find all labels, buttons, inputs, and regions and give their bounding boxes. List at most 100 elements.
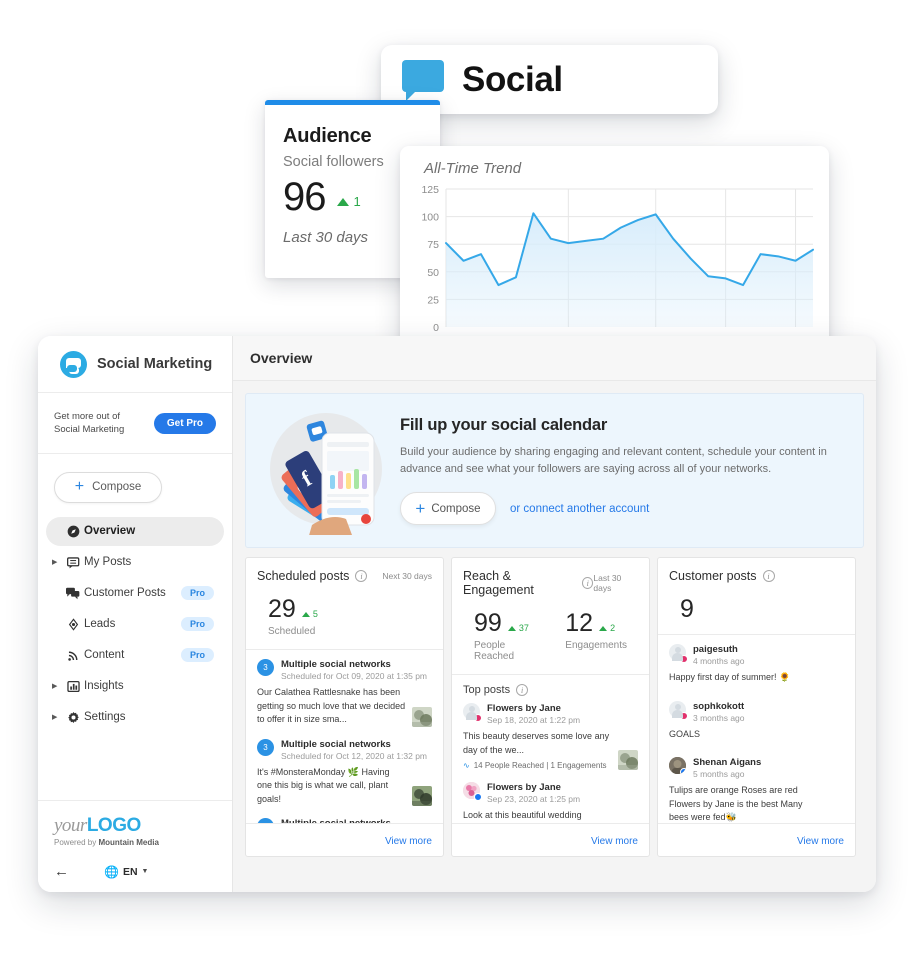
list-item[interactable]: 3 Multiple social networksScheduled for O… <box>257 818 432 823</box>
view-more-link[interactable]: View more <box>797 836 844 847</box>
list-item-header: Flowers by Jane Sep 18, 2020 at 1:22 pm <box>463 703 638 725</box>
powered-prefix: Powered by <box>54 838 99 847</box>
stat-block: 99 37 People Reached <box>474 611 539 663</box>
connect-account-link[interactable]: or connect another account <box>510 503 649 515</box>
compose-button[interactable]: + Compose <box>54 471 162 503</box>
dashboard-panels-row: Scheduled posts i Next 30 days 29 5 Scheduled… <box>245 557 864 857</box>
instagram-badge-icon <box>474 714 482 722</box>
chevron-right-icon[interactable]: ▶ <box>52 683 62 690</box>
post-text: GOALS <box>669 728 701 739</box>
screenshot-root: Social Audience Social followers 96 1 La… <box>0 0 918 957</box>
chart-title: All-Time Trend <box>424 160 522 177</box>
plant-photo-thumbnail <box>412 706 432 727</box>
chevron-right-icon[interactable]: ▶ <box>52 559 62 566</box>
post-author: Multiple social networks <box>281 659 391 670</box>
back-arrow-icon[interactable]: ← <box>54 863 104 880</box>
audience-value: 96 <box>283 175 326 219</box>
panel-date-range: Next 30 days <box>382 571 432 581</box>
panel-body: paigesuth 4 months ago Happy first day of … <box>658 635 855 823</box>
list-item-header: Shenan Aigans 5 months ago <box>669 757 844 779</box>
partner-logo-main: LOGO <box>86 815 141 836</box>
list-item-meta-col: Shenan Aigans 5 months ago <box>693 757 761 779</box>
sidebar-item-overview[interactable]: Overview <box>46 516 224 546</box>
panel-reach-engagement: Reach & Engagement i Last 30 days 99 37 Peopl… <box>451 557 650 857</box>
sidebar-item-insights[interactable]: ▶ Insights <box>46 672 224 701</box>
list-item[interactable]: 3 Multiple social networksScheduled for O… <box>257 659 432 727</box>
globe-icon: 🌐 <box>104 864 119 879</box>
post-timestamp: 4 months ago <box>693 656 745 666</box>
content-header: Overview <box>233 336 876 381</box>
list-item-header: paigesuth 4 months ago <box>669 644 844 666</box>
list-item-content: Flowers by Jane Sep 23, 2020 at 1:25 pm Lo… <box>463 782 638 823</box>
list-item[interactable]: sophkokott 3 months ago GOALS <box>669 700 844 742</box>
panel-stats-row: 99 37 People Reached 12 2 Engagements <box>463 597 638 663</box>
pro-badge: Pro <box>180 586 214 601</box>
post-text: Our Calathea Rattlesnake has been gettin… <box>257 687 406 724</box>
sidebar-item-settings[interactable]: ▶ Settings <box>46 703 224 732</box>
multi-network-avatar: 3 <box>257 818 274 823</box>
list-item-header: Flowers by Jane Sep 23, 2020 at 1:25 pm <box>463 782 638 804</box>
social-marketing-app-window: Social Marketing Get more out of Social … <box>38 336 876 892</box>
chevron-right-icon[interactable]: ▶ <box>52 714 62 721</box>
stat-line: 12 2 <box>565 611 627 636</box>
get-pro-button[interactable]: Get Pro <box>153 413 216 435</box>
user-avatar <box>669 700 688 720</box>
chart-area: 0255075100125Jun 1Jun 15Jul 1Jul 15Aug 1 <box>412 183 815 351</box>
banner-compose-button[interactable]: + Compose <box>400 492 496 526</box>
audience-delta: 1 <box>336 194 361 218</box>
content-scroll: in f <box>233 381 876 892</box>
partner-logo: yourLOGO <box>54 815 216 837</box>
facebook-badge-icon <box>474 793 482 801</box>
post-text: Tulips are orange Roses are red Flowers … <box>669 785 803 822</box>
sidebar-item-my-posts[interactable]: ▶ My Posts <box>46 548 224 577</box>
stat-delta: 37 <box>507 623 529 636</box>
panel-title: Reach & Engagement <box>463 569 534 597</box>
post-timestamp: Scheduled for Oct 12, 2020 at 1:32 pm <box>281 750 428 761</box>
audience-delta-value: 1 <box>353 194 361 209</box>
view-more-link[interactable]: View more <box>591 836 638 847</box>
list-item[interactable]: Shenan Aigans 5 months ago Tulips are oran… <box>669 757 844 823</box>
stat-line: 29 5 <box>268 597 318 622</box>
gear-icon <box>62 711 84 724</box>
info-icon[interactable]: i <box>355 570 368 582</box>
sidebar-item-label: Content <box>84 649 125 662</box>
list-item-content: paigesuth 4 months ago Happy first day of … <box>669 644 844 685</box>
list-item[interactable]: 3 Multiple social networksScheduled for O… <box>257 738 432 807</box>
banner-heading: Fill up your social calendar <box>400 415 608 434</box>
list-item-header: 3 Multiple social networksScheduled for O… <box>257 738 432 761</box>
section-label-text: Top posts <box>463 684 511 696</box>
plus-icon: + <box>74 478 85 496</box>
chevron-down-icon: ▼ <box>141 868 149 875</box>
info-icon[interactable]: i <box>516 684 529 696</box>
compass-icon <box>62 525 84 538</box>
multi-network-avatar: 3 <box>257 659 274 676</box>
post-timestamp: Sep 23, 2020 at 1:25 pm <box>487 794 581 804</box>
sidebar-item-label: Customer Posts <box>84 587 166 600</box>
info-icon[interactable]: i <box>762 570 775 582</box>
sidebar-item-leads[interactable]: Leads Pro <box>46 610 224 639</box>
stat-value: 29 <box>268 595 296 623</box>
panel-customer-posts: Customer posts i 9 paigesuth 4 months ago Hap… <box>657 557 856 857</box>
customer-posts-icon <box>62 587 84 600</box>
plus-icon: + <box>415 499 426 519</box>
language-selector[interactable]: 🌐 EN ▼ <box>104 865 148 879</box>
sidebar-bottom-row: ← 🌐 EN ▼ <box>54 863 216 880</box>
post-metrics-text: 14 People Reached | 1 Engagements <box>473 761 607 770</box>
list-item[interactable]: paigesuth 4 months ago Happy first day of … <box>669 644 844 685</box>
svg-text:25: 25 <box>427 294 439 306</box>
stat-caption: People Reached <box>474 640 515 662</box>
info-icon[interactable]: i <box>582 577 594 589</box>
svg-text:50: 50 <box>427 267 439 279</box>
list-item[interactable]: Flowers by Jane Sep 23, 2020 at 1:25 pm Lo… <box>463 782 638 823</box>
user-avatar <box>669 644 688 663</box>
compose-button-label: Compose <box>92 481 142 494</box>
facebook-badge-icon <box>680 768 686 774</box>
speech-bubble-icon <box>402 59 444 101</box>
sidebar-item-content[interactable]: Content Pro <box>46 641 224 670</box>
list-item-content: 3 Multiple social networksScheduled for O… <box>257 738 432 807</box>
sidebar-item-customer-posts[interactable]: Customer Posts Pro <box>46 579 224 608</box>
view-more-link[interactable]: View more <box>385 836 432 847</box>
panel-header: Scheduled posts i Next 30 days 29 5 Scheduled <box>246 558 443 637</box>
list-item-content: 3 Multiple social networksScheduled for O… <box>257 818 432 823</box>
list-item[interactable]: Flowers by Jane Sep 18, 2020 at 1:22 pm Th… <box>463 703 638 770</box>
